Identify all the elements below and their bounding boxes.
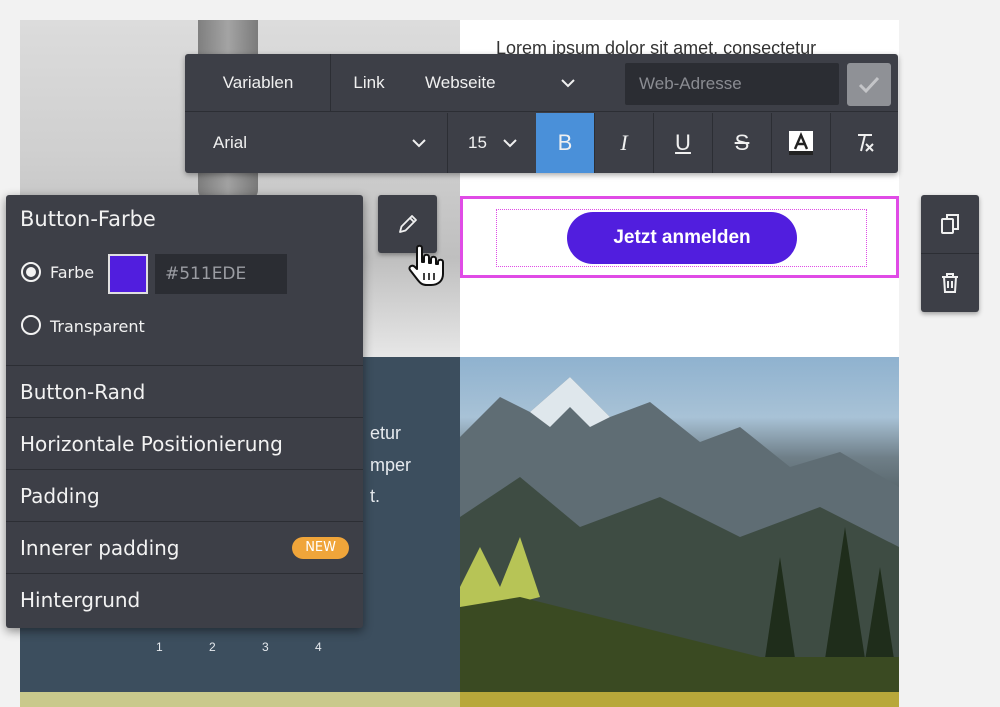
bottom-strip-right bbox=[460, 692, 899, 707]
section-padding[interactable]: Padding bbox=[6, 469, 363, 521]
italic-icon: I bbox=[620, 130, 628, 155]
bottom-strip bbox=[20, 692, 460, 707]
text-color-icon bbox=[789, 131, 813, 155]
button-block-inner: Jetzt anmelden bbox=[496, 209, 867, 267]
variables-button[interactable]: Variablen bbox=[203, 54, 313, 112]
text-color-button[interactable] bbox=[772, 113, 830, 173]
duplicate-block-button[interactable] bbox=[921, 195, 979, 253]
color-radio[interactable] bbox=[21, 262, 41, 282]
chevron-down-icon bbox=[561, 79, 575, 88]
text-block-line: t. bbox=[370, 486, 381, 506]
block-actions bbox=[921, 195, 979, 312]
italic-button[interactable]: I bbox=[595, 113, 653, 173]
link-type-label: Webseite bbox=[425, 73, 496, 92]
copy-icon bbox=[941, 214, 959, 234]
confirm-url-button[interactable] bbox=[847, 63, 891, 106]
font-size-select[interactable]: 15 bbox=[448, 113, 536, 173]
underline-button[interactable]: U bbox=[654, 113, 712, 173]
text-block-line: mper bbox=[370, 455, 412, 475]
section-label: Innerer padding bbox=[20, 535, 180, 560]
url-input[interactable] bbox=[625, 63, 839, 105]
chevron-down-icon bbox=[503, 139, 517, 148]
bold-icon: B bbox=[557, 130, 573, 155]
toolbar-link-row: Variablen Link Webseite bbox=[185, 54, 898, 112]
font-family-label: Arial bbox=[213, 133, 248, 152]
section-button-border[interactable]: Button-Rand bbox=[6, 365, 363, 417]
checkmark-icon bbox=[858, 76, 880, 93]
clear-format-icon bbox=[857, 134, 874, 152]
section-label: Button-Rand bbox=[20, 379, 146, 404]
transparent-radio[interactable] bbox=[21, 315, 41, 335]
pencil-icon bbox=[398, 215, 417, 233]
toolbar-format-row: Arial 15 B I U S bbox=[185, 113, 898, 173]
mountain-photo bbox=[460, 357, 899, 692]
selected-button-block[interactable]: Jetzt anmelden bbox=[460, 196, 899, 278]
new-badge: NEW bbox=[292, 537, 349, 559]
strikethrough-button[interactable]: S bbox=[713, 113, 771, 173]
delete-block-button[interactable] bbox=[921, 253, 979, 311]
text-block-line: etur bbox=[370, 423, 402, 443]
axis-tick-label: 2 bbox=[209, 640, 216, 654]
transparent-radio-label: Transparent bbox=[50, 317, 145, 336]
font-family-select[interactable]: Arial bbox=[185, 113, 447, 173]
trash-icon bbox=[942, 272, 958, 293]
color-swatch[interactable] bbox=[108, 254, 148, 294]
section-label: Horizontale Positionierung bbox=[20, 431, 283, 456]
hex-color-input[interactable] bbox=[155, 254, 287, 294]
section-label: Padding bbox=[20, 483, 100, 508]
button-settings-panel: Button-Farbe Farbe Transparent Button-Ra… bbox=[6, 195, 363, 628]
section-horizontal-position[interactable]: Horizontale Positionierung bbox=[6, 417, 363, 469]
clear-format-button[interactable] bbox=[831, 113, 898, 173]
bold-button[interactable]: B bbox=[536, 113, 594, 173]
font-size-label: 15 bbox=[468, 133, 487, 152]
axis-tick-label: 1 bbox=[156, 640, 163, 654]
section-inner-padding[interactable]: Innerer padding NEW bbox=[6, 521, 363, 573]
hand-cursor-icon bbox=[408, 244, 444, 286]
link-type-select[interactable]: Webseite bbox=[425, 54, 575, 112]
axis-tick-label: 4 bbox=[315, 640, 322, 654]
panel-title: Button-Farbe bbox=[20, 207, 156, 231]
underline-icon: U bbox=[675, 130, 691, 155]
color-radio-label: Farbe bbox=[50, 263, 95, 282]
section-label: Hintergrund bbox=[20, 587, 141, 612]
section-background[interactable]: Hintergrund bbox=[6, 573, 363, 625]
chevron-down-icon bbox=[412, 139, 426, 148]
link-button[interactable]: Link bbox=[331, 54, 407, 112]
strikethrough-icon: S bbox=[734, 130, 750, 155]
format-toolbar: Variablen Link Webseite Arial 15 B I bbox=[185, 54, 898, 173]
mountain-illustration bbox=[460, 377, 899, 692]
cta-button[interactable]: Jetzt anmelden bbox=[567, 212, 797, 264]
axis-tick-label: 3 bbox=[262, 640, 269, 654]
